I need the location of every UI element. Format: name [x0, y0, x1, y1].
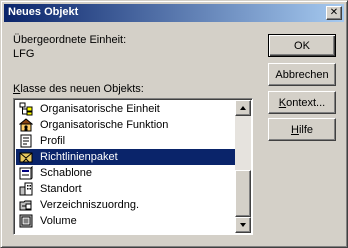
title-bar[interactable]: Neues Objekt ✕ — [4, 4, 344, 22]
list-item-label: Volume — [40, 215, 77, 227]
list-item[interactable]: Schablone — [16, 165, 236, 181]
profile-icon — [20, 134, 32, 148]
cancel-button[interactable]: Abbrechen — [268, 63, 336, 86]
list-item[interactable]: Organisatorische Funktion — [16, 117, 236, 133]
list-item[interactable]: Volume — [16, 213, 236, 229]
policy-package-icon — [19, 152, 33, 163]
template-icon — [19, 166, 33, 180]
scroll-up-button[interactable] — [235, 100, 251, 116]
window-title: Neues Objekt — [8, 6, 79, 18]
context-button-rest: ontext... — [286, 96, 326, 109]
class-list-items: Organisatorische Einheit Organisatorisch… — [16, 101, 236, 229]
list-item-label: Profil — [40, 135, 66, 147]
list-item-label: Richtlinienpaket — [38, 150, 120, 164]
list-item-label: Organisatorische Funktion — [40, 119, 169, 131]
help-button[interactable]: Hilfe — [268, 118, 336, 141]
ok-button[interactable]: OK — [268, 34, 336, 57]
cancel-button-label: Abbrechen — [275, 68, 329, 81]
volume-icon — [19, 214, 33, 228]
context-button-label: Kontext... — [279, 97, 325, 109]
class-list-label: Klasse des neuen Objekts: — [13, 83, 144, 95]
context-button[interactable]: Kontext... — [268, 91, 336, 114]
scroll-down-button[interactable] — [235, 217, 251, 233]
class-listbox[interactable]: Organisatorische Einheit Organisatorisch… — [13, 98, 253, 235]
list-item-label: Verzeichniszuordng. — [40, 199, 140, 211]
directory-map-icon — [19, 200, 32, 211]
list-item[interactable]: Profil — [16, 133, 236, 149]
close-button[interactable]: ✕ — [326, 6, 342, 20]
parent-unit-value: LFG — [13, 48, 35, 60]
list-item-label: Schablone — [40, 167, 92, 179]
arrow-up-icon — [240, 106, 246, 110]
context-button-mnemonic: K — [278, 96, 287, 109]
list-item-label: Standort — [40, 183, 82, 195]
ok-button-label: OK — [294, 39, 310, 52]
help-button-rest: ilfe — [298, 123, 313, 136]
org-function-icon — [19, 118, 33, 132]
list-item-selected[interactable]: Richtlinienpaket — [16, 149, 236, 165]
class-list-label-rest: lasse des neuen Objekts: — [20, 83, 144, 95]
parent-unit-label: Übergeordnete Einheit: — [13, 34, 127, 46]
list-item[interactable]: Organisatorische Einheit — [16, 101, 236, 117]
list-scrollbar[interactable] — [235, 100, 251, 233]
help-button-label: Hilfe — [291, 124, 313, 136]
location-icon — [19, 182, 33, 196]
close-icon: ✕ — [329, 7, 339, 18]
org-unit-icon — [19, 102, 33, 116]
list-item[interactable]: Verzeichniszuordng. — [16, 197, 236, 213]
arrow-down-icon — [240, 223, 246, 227]
scroll-thumb[interactable] — [235, 170, 251, 217]
list-item-label: Organisatorische Einheit — [40, 103, 160, 115]
help-button-mnemonic: H — [290, 123, 299, 136]
list-item[interactable]: Standort — [16, 181, 236, 197]
dialog-window: Neues Objekt ✕ Übergeordnete Einheit: LF… — [0, 0, 348, 248]
